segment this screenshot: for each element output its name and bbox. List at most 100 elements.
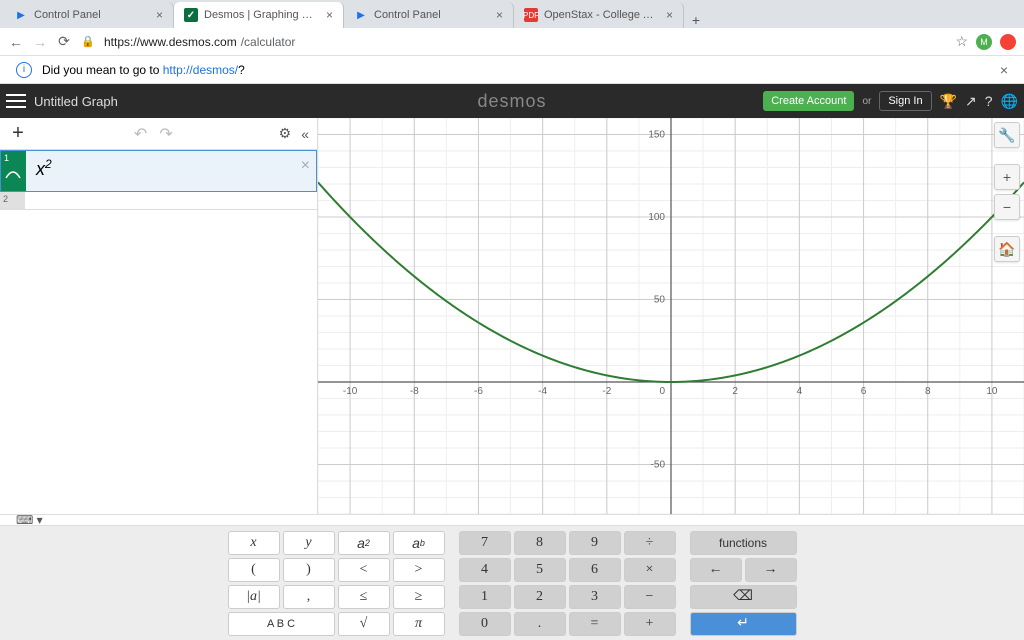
- settings-icon[interactable]: ⚙: [279, 125, 292, 142]
- key-left[interactable]: ←: [690, 558, 742, 582]
- collapse-sidebar-button[interactable]: «: [301, 126, 309, 142]
- info-close-button[interactable]: ×: [1000, 62, 1008, 78]
- key-right[interactable]: →: [745, 558, 797, 582]
- key-9[interactable]: 9: [569, 531, 621, 555]
- trophy-icon[interactable]: 🏆: [940, 93, 957, 110]
- key-4[interactable]: 4: [459, 558, 511, 582]
- info-icon: i: [16, 62, 32, 78]
- delete-expression-button[interactable]: ×: [301, 157, 310, 175]
- url-field[interactable]: https://www.desmos.com/calculator: [104, 35, 947, 49]
- svg-text:-50: -50: [651, 460, 666, 471]
- expression-input[interactable]: x2: [26, 151, 316, 191]
- key-minus[interactable]: −: [624, 585, 676, 609]
- key-le[interactable]: ≤: [338, 585, 390, 609]
- extension-icon[interactable]: [1000, 34, 1016, 50]
- key-abc[interactable]: A B C: [228, 612, 335, 636]
- close-icon[interactable]: ×: [666, 8, 673, 22]
- undo-button[interactable]: ↶: [134, 124, 147, 144]
- key-power[interactable]: ab: [393, 531, 445, 555]
- key-ge[interactable]: ≥: [393, 585, 445, 609]
- reload-button[interactable]: ⟳: [56, 34, 72, 50]
- key-pi[interactable]: π: [393, 612, 445, 636]
- svg-text:10: 10: [986, 386, 998, 397]
- tab-openstax[interactable]: PDF OpenStax - College Algebra-C ×: [514, 2, 684, 28]
- svg-text:-10: -10: [343, 386, 358, 397]
- key-y[interactable]: y: [283, 531, 335, 555]
- expression-index: 2: [0, 192, 25, 209]
- graph-title[interactable]: Untitled Graph: [34, 94, 118, 109]
- tab-title: Control Panel: [374, 9, 490, 21]
- expression-sidebar: + ↶ ↷ ⚙ « 1 x2 × 2: [0, 118, 318, 514]
- tab-desmos[interactable]: ✓ Desmos | Graphing Calculator ×: [174, 2, 344, 28]
- key-abs[interactable]: |a|: [228, 585, 280, 609]
- key-3[interactable]: 3: [569, 585, 621, 609]
- key-5[interactable]: 5: [514, 558, 566, 582]
- key-enter[interactable]: ↵: [690, 612, 797, 636]
- expression-input[interactable]: [25, 192, 317, 209]
- tab-title: OpenStax - College Algebra-C: [544, 9, 660, 21]
- key-0[interactable]: 0: [459, 612, 511, 636]
- key-gt[interactable]: >: [393, 558, 445, 582]
- key-multiply[interactable]: ×: [624, 558, 676, 582]
- bookmark-icon[interactable]: ☆: [955, 33, 968, 50]
- key-lparen[interactable]: (: [228, 558, 280, 582]
- key-backspace[interactable]: ⌫: [690, 585, 797, 609]
- brand-logo: desmos: [477, 91, 546, 112]
- key-comma[interactable]: ,: [283, 585, 335, 609]
- forward-button[interactable]: →: [32, 34, 48, 50]
- key-2[interactable]: 2: [514, 585, 566, 609]
- expression-row-2[interactable]: 2: [0, 192, 317, 210]
- add-expression-button[interactable]: +: [8, 122, 28, 145]
- key-sqrt[interactable]: √: [338, 612, 390, 636]
- key-dot[interactable]: .: [514, 612, 566, 636]
- key-plus[interactable]: +: [624, 612, 676, 636]
- keyboard-toggle[interactable]: ⌨ ▾: [16, 513, 43, 527]
- svg-text:-6: -6: [474, 386, 483, 397]
- tab-control-panel-1[interactable]: ▶ Control Panel ×: [4, 2, 174, 28]
- graph-canvas[interactable]: -10-8-6-4-22468100-5050100150 🔧 + − 🏠: [318, 118, 1024, 514]
- key-x[interactable]: x: [228, 531, 280, 555]
- tab-title: Control Panel: [34, 9, 150, 21]
- key-squared[interactable]: a2: [338, 531, 390, 555]
- profile-avatar[interactable]: M: [976, 34, 992, 50]
- main-area: + ↶ ↷ ⚙ « 1 x2 × 2 -10-8-6-4-22468100-50…: [0, 118, 1024, 514]
- tab-control-panel-2[interactable]: ▶ Control Panel ×: [344, 2, 514, 28]
- wrench-icon[interactable]: 🔧: [994, 122, 1020, 148]
- zoom-out-button[interactable]: −: [994, 194, 1020, 220]
- new-tab-button[interactable]: +: [684, 12, 708, 28]
- key-6[interactable]: 6: [569, 558, 621, 582]
- close-icon[interactable]: ×: [496, 8, 503, 22]
- url-host: https://www.desmos.com: [104, 35, 237, 49]
- key-equals[interactable]: =: [569, 612, 621, 636]
- close-icon[interactable]: ×: [326, 8, 333, 22]
- home-button[interactable]: 🏠: [994, 236, 1020, 262]
- info-link[interactable]: http://desmos/: [163, 63, 238, 77]
- key-functions[interactable]: functions: [690, 531, 797, 555]
- graph-color-badge[interactable]: [4, 165, 22, 183]
- key-1[interactable]: 1: [459, 585, 511, 609]
- menu-button[interactable]: [6, 94, 26, 108]
- expression-row-1[interactable]: 1 x2 ×: [0, 150, 317, 192]
- help-icon[interactable]: ?: [985, 93, 993, 109]
- info-text: Did you mean to go to http://desmos/?: [42, 63, 245, 77]
- redo-button[interactable]: ↷: [159, 124, 172, 144]
- keypad: x y a2 ab ( ) < > |a| , ≤ ≥ A B C √ π 7 …: [0, 526, 1024, 640]
- key-lt[interactable]: <: [338, 558, 390, 582]
- create-account-button[interactable]: Create Account: [763, 91, 854, 111]
- share-icon[interactable]: ↗: [965, 93, 977, 110]
- key-8[interactable]: 8: [514, 531, 566, 555]
- globe-icon[interactable]: 🌐: [1001, 93, 1018, 110]
- back-button[interactable]: ←: [8, 34, 24, 50]
- key-7[interactable]: 7: [459, 531, 511, 555]
- key-divide[interactable]: ÷: [624, 531, 676, 555]
- play-icon: ▶: [354, 8, 368, 22]
- keypad-group-actions: functions ← → ⌫ ↵: [690, 531, 797, 636]
- pdf-icon: PDF: [524, 8, 538, 22]
- svg-text:8: 8: [925, 386, 931, 397]
- sign-in-button[interactable]: Sign In: [879, 91, 931, 111]
- resize-bar[interactable]: ⌨ ▾: [0, 514, 1024, 526]
- key-rparen[interactable]: ): [283, 558, 335, 582]
- close-icon[interactable]: ×: [156, 8, 163, 22]
- zoom-in-button[interactable]: +: [994, 164, 1020, 190]
- svg-text:2: 2: [732, 386, 738, 397]
